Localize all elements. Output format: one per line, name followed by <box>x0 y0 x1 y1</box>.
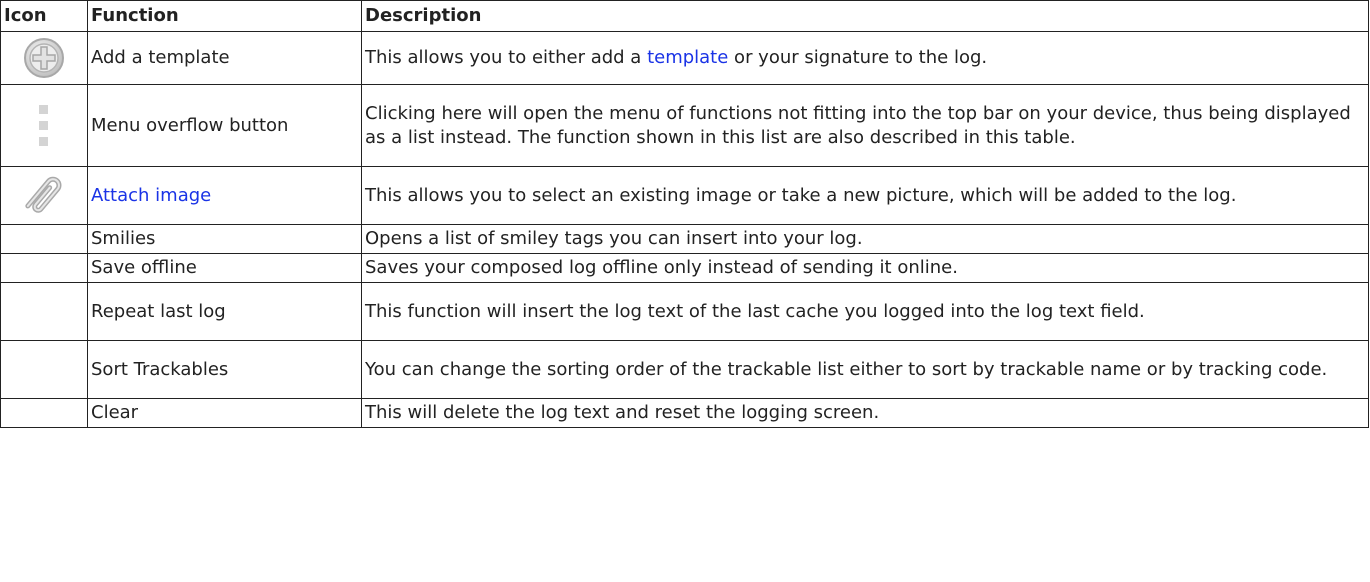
table-row: Menu overflow button Clicking here will … <box>0 84 1369 167</box>
icon-cell <box>0 282 88 341</box>
description-cell: This allows you to select an existing im… <box>361 166 1369 225</box>
description-cell: You can change the sorting order of the … <box>361 340 1369 399</box>
function-label: Repeat last log <box>87 282 362 341</box>
description-cell: Saves your composed log offline only ins… <box>361 253 1369 283</box>
add-circle-icon <box>22 36 66 80</box>
attach-image-link[interactable]: Attach image <box>91 185 211 206</box>
table-row: Sort Trackables You can change the sorti… <box>0 340 1369 399</box>
function-label: Add a template <box>87 31 362 85</box>
icon-cell <box>0 253 88 283</box>
icon-cell <box>0 340 88 399</box>
function-label: Sort Trackables <box>87 340 362 399</box>
icon-cell <box>0 31 88 85</box>
table-row: Attach image This allows you to select a… <box>0 166 1369 225</box>
function-label: Attach image <box>87 166 362 225</box>
template-link[interactable]: template <box>647 47 728 68</box>
functions-table: Icon Function Description Add a template… <box>0 0 1369 428</box>
function-label: Menu overflow button <box>87 84 362 167</box>
description-cell: This allows you to either add a template… <box>361 31 1369 85</box>
description-cell: Opens a list of smiley tags you can inse… <box>361 224 1369 254</box>
icon-cell <box>0 166 88 225</box>
paperclip-icon <box>19 170 69 222</box>
header-icon: Icon <box>0 0 88 32</box>
table-row: Clear This will delete the log text and … <box>0 398 1369 428</box>
table-row: Repeat last log This function will inser… <box>0 282 1369 341</box>
table-row: Add a template This allows you to either… <box>0 31 1369 85</box>
description-cell: This will delete the log text and reset … <box>361 398 1369 428</box>
function-label: Clear <box>87 398 362 428</box>
icon-cell <box>0 398 88 428</box>
header-function: Function <box>87 0 362 32</box>
overflow-menu-icon <box>37 101 51 151</box>
table-row: Save offline Saves your composed log off… <box>0 253 1369 283</box>
header-description: Description <box>361 0 1369 32</box>
icon-cell <box>0 224 88 254</box>
description-cell: This function will insert the log text o… <box>361 282 1369 341</box>
function-label: Smilies <box>87 224 362 254</box>
description-cell: Clicking here will open the menu of func… <box>361 84 1369 167</box>
function-label: Save offline <box>87 253 362 283</box>
table-row: Smilies Opens a list of smiley tags you … <box>0 224 1369 254</box>
table-header-row: Icon Function Description <box>0 0 1369 32</box>
icon-cell <box>0 84 88 167</box>
